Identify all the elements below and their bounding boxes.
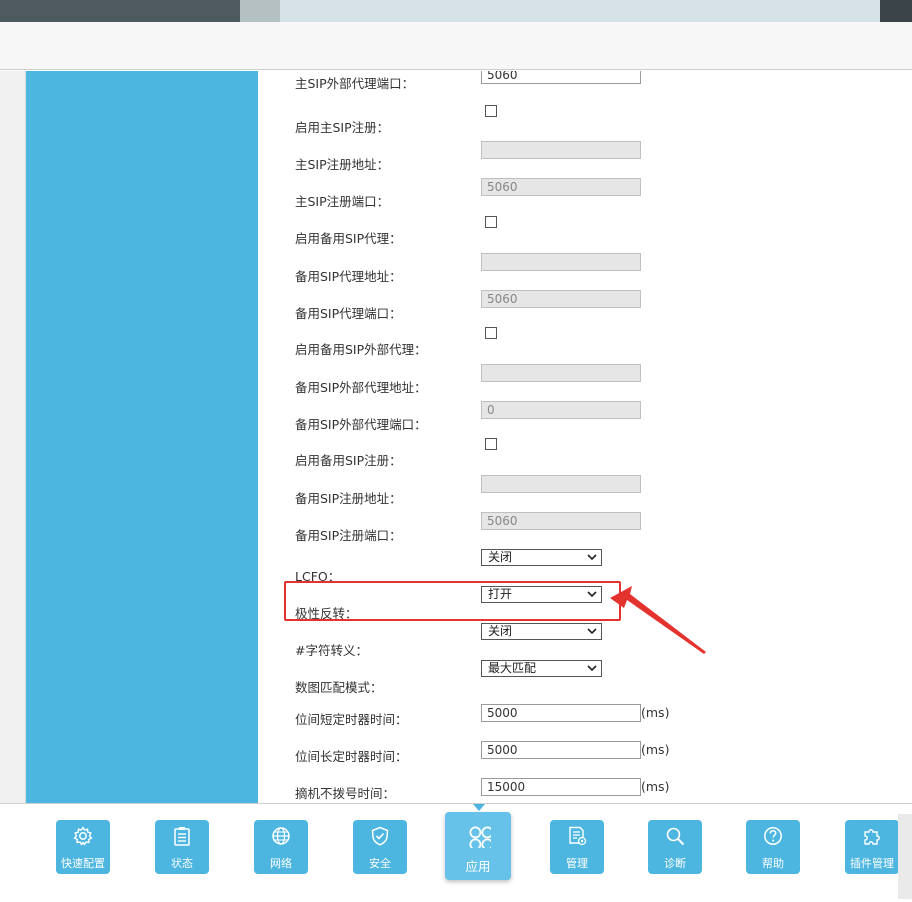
field-label: 位间短定时器时间： [295,712,408,727]
form-row: 位间短定时器时间： 5000 (ms) [258,704,912,744]
field-label: 位间长定时器时间： [295,749,408,764]
form-row: 备用SIP代理地址： [258,253,912,293]
field-label: 备用SIP代理地址： [295,269,402,284]
browser-top-strip [0,0,912,22]
enable-checkbox[interactable] [485,105,497,117]
nav-button-label: 网络 [270,857,292,870]
form-row: 备用SIP外部代理端口： 0 [258,401,912,441]
bottom-nav-bar: 快速配置 状态 网络 安全 应用 管理 诊断 帮助 插件管理 [0,803,912,902]
nav-button[interactable]: 网络 [254,820,308,874]
text-input: 0 [481,401,641,419]
nav-button-label: 管理 [566,857,588,870]
nav-button-label: 帮助 [762,857,784,870]
field-label: #字符转义： [295,643,368,658]
dropdown-select[interactable]: 最大匹配 [481,660,602,677]
form-row: 主SIP注册端口： 5060 [258,178,912,218]
form-row: #字符转义： 关闭 [258,623,912,663]
text-input [481,141,641,159]
polarity-reversal-highlight [284,581,621,621]
text-input: 5060 [481,178,641,196]
text-input[interactable]: 5000 [481,704,641,722]
field-label: 数图匹配模式： [295,680,383,695]
field-label: 启用主SIP注册： [295,120,390,135]
nav-button[interactable]: 插件管理 [845,820,899,874]
nav-button[interactable]: 应用 [445,812,511,880]
field-label: 备用SIP注册端口： [295,528,402,543]
text-input [481,475,641,493]
nav-button-label: 插件管理 [850,857,894,870]
field-label: 备用SIP外部代理端口： [295,417,427,432]
left-gutter [0,71,26,803]
form-row: 备用SIP注册端口： 5060 [258,512,912,552]
sidebar [26,71,258,803]
select-value: 关闭 [488,624,513,638]
nav-button[interactable]: 诊断 [648,820,702,874]
text-input: 5060 [481,290,641,308]
text-input: 5060 [481,512,641,530]
enable-checkbox[interactable] [485,327,497,339]
select-value: 最大匹配 [488,661,537,675]
unit-label: (ms) [641,742,670,757]
field-label: 启用备用SIP代理： [295,231,402,246]
nav-button-label: 诊断 [664,857,686,870]
nav-button[interactable]: 快速配置 [56,820,110,874]
text-input[interactable]: 5060 [481,71,641,84]
form-row: 启用备用SIP注册： [258,438,912,478]
annotation-arrow-icon [610,586,706,654]
form-row: 启用备用SIP代理： [258,216,912,256]
field-label: 启用备用SIP注册： [295,453,402,468]
field-label: 摘机不拨号时间： [295,786,396,801]
nav-button[interactable]: 管理 [550,820,604,874]
nav-button-label: 快速配置 [61,857,105,870]
field-label: 备用SIP注册地址： [295,491,402,506]
field-label: 启用备用SIP外部代理： [295,342,427,357]
nav-button[interactable]: 帮助 [746,820,800,874]
form-row: 主SIP外部代理端口： 5060 [258,71,912,108]
field-label: 备用SIP外部代理地址： [295,380,427,395]
header-bar [0,22,912,70]
field-label: 主SIP注册地址： [295,157,390,172]
nav-button-label: 应用 [465,859,491,874]
scrollbar-edge [898,814,912,899]
form-row: 数图匹配模式： 最大匹配 [258,660,912,700]
nav-button[interactable]: 状态 [155,820,209,874]
active-indicator-caret [473,804,485,811]
dropdown-select[interactable]: 关闭 [481,549,602,566]
dropdown-select[interactable]: 关闭 [481,623,602,640]
form-row: 主SIP注册地址： [258,141,912,181]
form-row: 摘机不拨号时间： 15000 (ms) [258,778,912,803]
settings-form: 主SIP外部代理端口： 5060 启用主SIP注册： 主SIP注册地址： 主SIP注册端… [258,71,912,803]
form-row: 位间长定时器时间： 5000 (ms) [258,741,912,781]
field-label: 备用SIP代理端口： [295,306,402,321]
unit-label: (ms) [641,779,670,794]
form-row: 备用SIP代理端口： 5060 [258,290,912,330]
field-label: 主SIP外部代理端口： [295,76,415,91]
text-input [481,364,641,382]
nav-button[interactable]: 安全 [353,820,407,874]
field-label: 主SIP注册端口： [295,194,390,209]
text-input[interactable]: 5000 [481,741,641,759]
nav-button-label: 状态 [171,857,193,870]
form-row: 备用SIP注册地址： [258,475,912,515]
form-row: 启用主SIP注册： [258,105,912,145]
enable-checkbox[interactable] [485,216,497,228]
select-value: 关闭 [488,550,513,564]
form-row: 启用备用SIP外部代理： [258,327,912,367]
enable-checkbox[interactable] [485,438,497,450]
unit-label: (ms) [641,705,670,720]
nav-button-label: 安全 [369,857,391,870]
text-input[interactable]: 15000 [481,778,641,796]
text-input [481,253,641,271]
form-row: 备用SIP外部代理地址： [258,364,912,404]
